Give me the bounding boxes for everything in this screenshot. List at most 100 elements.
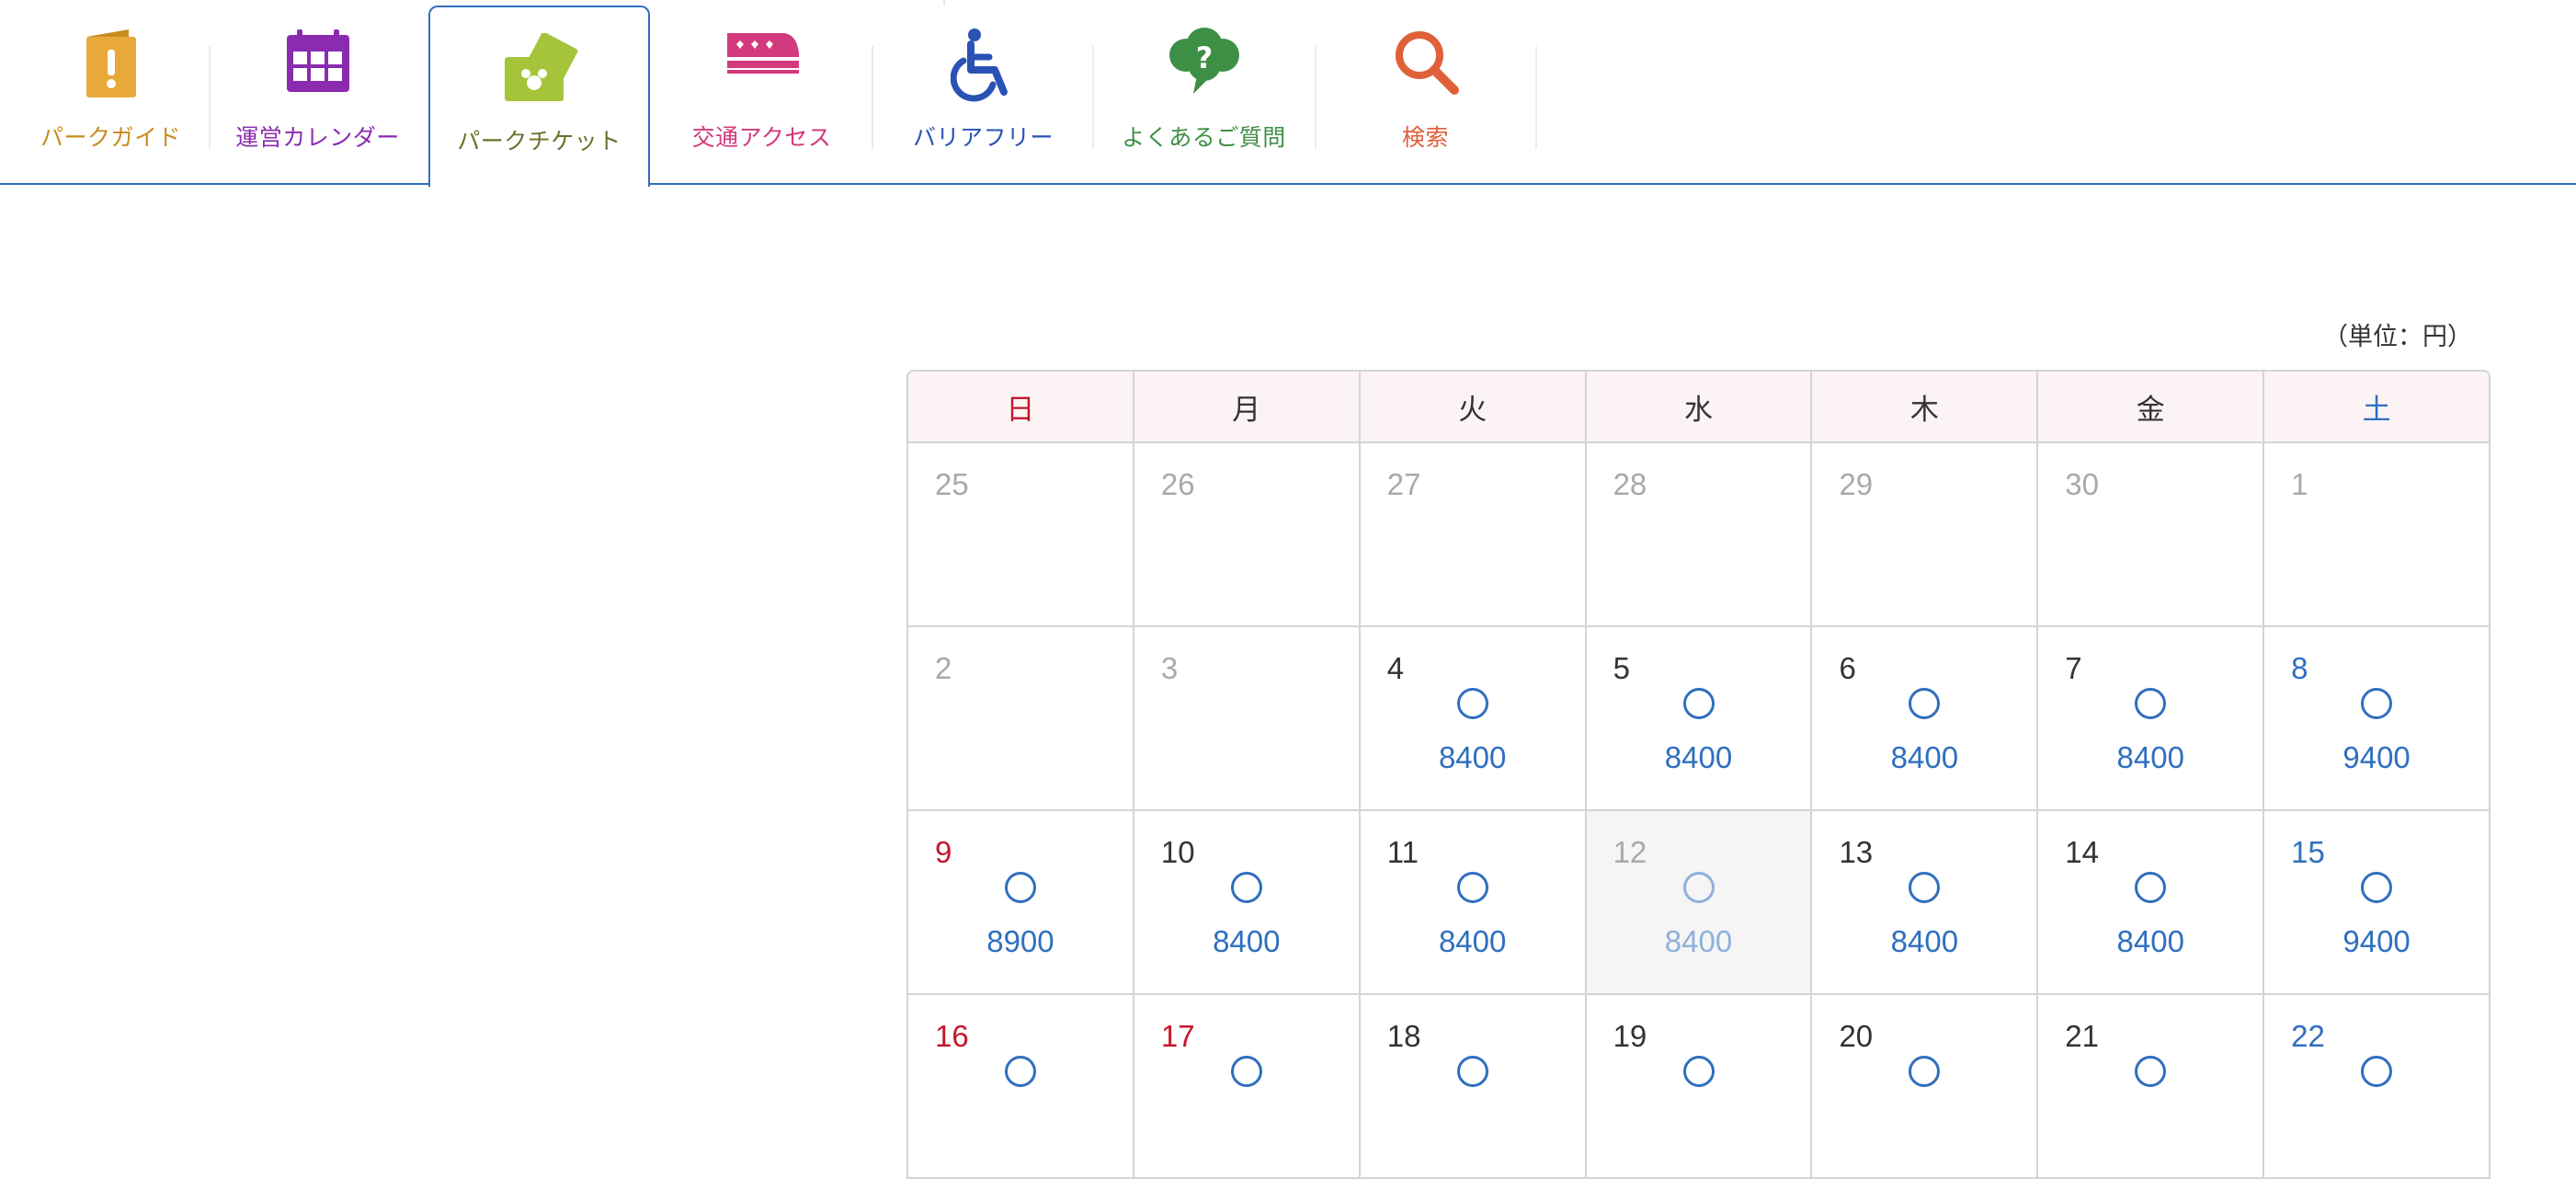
day-number: 13 — [1839, 835, 1874, 869]
calendar-day[interactable]: 21 — [2038, 995, 2265, 1177]
calendar-day[interactable]: 9 8900 — [908, 811, 1134, 993]
nav-item-faq[interactable]: ? よくあるご質問 — [1093, 0, 1315, 183]
day-price: 9400 — [2342, 924, 2411, 958]
day-number: 11 — [1386, 835, 1419, 869]
day-number: 21 — [2065, 1019, 2100, 1053]
calendar-day[interactable]: 6 8400 — [1812, 627, 2039, 809]
calendar-day[interactable]: 22 — [2264, 995, 2489, 1177]
day-number: 6 — [1839, 651, 1856, 685]
calendar-day: 28 — [1587, 443, 1813, 625]
calendar-day[interactable]: 16 — [908, 995, 1134, 1177]
calendar-day[interactable]: 20 — [1812, 995, 2039, 1177]
train-icon — [724, 28, 801, 86]
calendar-day: 1 — [2264, 443, 2489, 625]
calendar-day[interactable]: 15 9400 — [2264, 811, 2489, 993]
nav-item-label: パークチケット — [457, 128, 621, 155]
availability-circle-icon — [2135, 1056, 2167, 1087]
nav-item-calendar[interactable]: 運営カレンダー — [207, 0, 428, 183]
calendar-day[interactable]: 11 8400 — [1361, 811, 1587, 993]
availability-circle-icon — [1682, 688, 1715, 719]
calendar-day[interactable]: 8 9400 — [2264, 627, 2489, 809]
calendar-day: 27 — [1361, 443, 1587, 625]
day-number: 22 — [2291, 1019, 2325, 1053]
availability-circle-icon — [1456, 1056, 1488, 1087]
weekday-label: 金 — [2038, 372, 2265, 441]
availability-circle-icon — [1004, 1056, 1036, 1087]
calendar-day[interactable]: 12 8400 — [1586, 811, 1813, 993]
weekday-label: 水 — [1587, 372, 1813, 441]
nav-item-label: 交通アクセス — [691, 124, 832, 151]
day-number: 15 — [2291, 835, 2325, 869]
day-price: 8400 — [1890, 924, 1959, 958]
day-price: 9400 — [2342, 740, 2411, 774]
availability-circle-icon — [2135, 688, 2167, 719]
day-number: 25 — [935, 467, 969, 501]
availability-circle-icon — [1909, 1056, 1941, 1087]
calendar-day[interactable]: 10 8400 — [1134, 811, 1361, 993]
calendar-day: 25 — [908, 443, 1134, 625]
day-number: 7 — [2065, 651, 2082, 685]
faq-bubble-icon: ? — [1166, 28, 1243, 101]
day-number: 27 — [1386, 467, 1421, 501]
weekday-header: 日月火水木金 土 — [908, 372, 2489, 443]
price-calendar: 日月火水木金土 25 26 27 28 29 30 1 2 3 4 8400 5 8400 6 8400 7 8… — [906, 370, 2491, 1179]
day-price: 8400 — [1438, 740, 1507, 774]
day-number: 9 — [935, 835, 952, 869]
day-price: 8400 — [1664, 740, 1733, 774]
calendar-day[interactable]: 5 8400 — [1587, 627, 1813, 809]
day-number: 14 — [2065, 835, 2100, 869]
calendar-day[interactable]: 19 — [1587, 995, 1813, 1177]
nav-item-search[interactable]: 検索 — [1315, 0, 1536, 183]
weekday-label: 月 — [1134, 372, 1361, 441]
day-price: 8400 — [2116, 740, 2184, 774]
calendar-day[interactable]: 14 8400 — [2038, 811, 2265, 993]
day-number: 2 — [935, 651, 952, 685]
calendar-day: 2 — [908, 627, 1134, 809]
calendar-day[interactable]: 13 8400 — [1812, 811, 2039, 993]
availability-circle-icon — [1909, 688, 1941, 719]
availability-circle-icon — [1909, 872, 1941, 903]
availability-circle-icon — [1456, 872, 1488, 903]
day-number: 5 — [1613, 651, 1630, 685]
nav-item-label: 運営カレンダー — [235, 124, 400, 151]
day-price: 8400 — [2116, 924, 2184, 958]
calendar-day[interactable]: 18 — [1361, 995, 1587, 1177]
availability-circle-icon — [1682, 872, 1715, 903]
day-number: 3 — [1160, 651, 1179, 685]
availability-circle-icon — [1682, 1056, 1715, 1087]
nav-item-park-guide[interactable]: パークガイド — [0, 0, 222, 183]
availability-circle-icon — [1004, 872, 1036, 903]
day-number: 28 — [1613, 467, 1647, 501]
nav-item-label: バリアフリー — [912, 124, 1054, 151]
guide-book-icon — [83, 28, 140, 105]
svg-text:?: ? — [1195, 40, 1213, 75]
availability-circle-icon — [2361, 1056, 2393, 1087]
nav-item-park-ticket[interactable]: パークチケット — [428, 6, 650, 187]
day-number: 4 — [1386, 651, 1405, 685]
availability-circle-icon — [1230, 872, 1262, 903]
nav-item-transport[interactable]: 交通アクセス — [651, 0, 872, 183]
day-number: 1 — [2291, 467, 2308, 501]
calendar-weeks: 25 26 27 28 29 30 1 2 3 4 8400 5 8400 6 8400 7 8400 8 9400… — [908, 443, 2489, 1179]
day-number: 18 — [1386, 1019, 1421, 1053]
day-number: 8 — [2291, 651, 2308, 685]
availability-circle-icon — [1230, 1056, 1262, 1087]
calendar-day[interactable]: 17 — [1134, 995, 1361, 1177]
calendar-day: 29 — [1812, 443, 2039, 625]
calendar-week: 16 17 18 19 20 21 22 — [908, 995, 2489, 1179]
calendar-day: 30 — [2038, 443, 2265, 625]
calendar-day[interactable]: 4 8400 — [1361, 627, 1587, 809]
day-price: 8400 — [1890, 740, 1959, 774]
day-number: 12 — [1613, 835, 1647, 869]
nav-item-barrier-free[interactable]: バリアフリー — [872, 0, 1094, 183]
calendar-day[interactable]: 7 8400 — [2038, 627, 2265, 809]
calendar-week: 2 3 4 8400 5 8400 6 8400 7 8400 8 9400 — [908, 627, 2489, 811]
weekday-label: 土 — [2362, 393, 2391, 427]
nav-item-label: 検索 — [1401, 124, 1449, 151]
day-number: 10 — [1160, 835, 1195, 869]
day-number: 17 — [1160, 1019, 1195, 1053]
weekday-label: 日 — [908, 372, 1134, 441]
nav-item-label: パークガイド — [40, 124, 181, 151]
nav-item-label: よくあるご質問 — [1122, 124, 1286, 151]
weekday-label: 木 — [1812, 372, 2039, 441]
